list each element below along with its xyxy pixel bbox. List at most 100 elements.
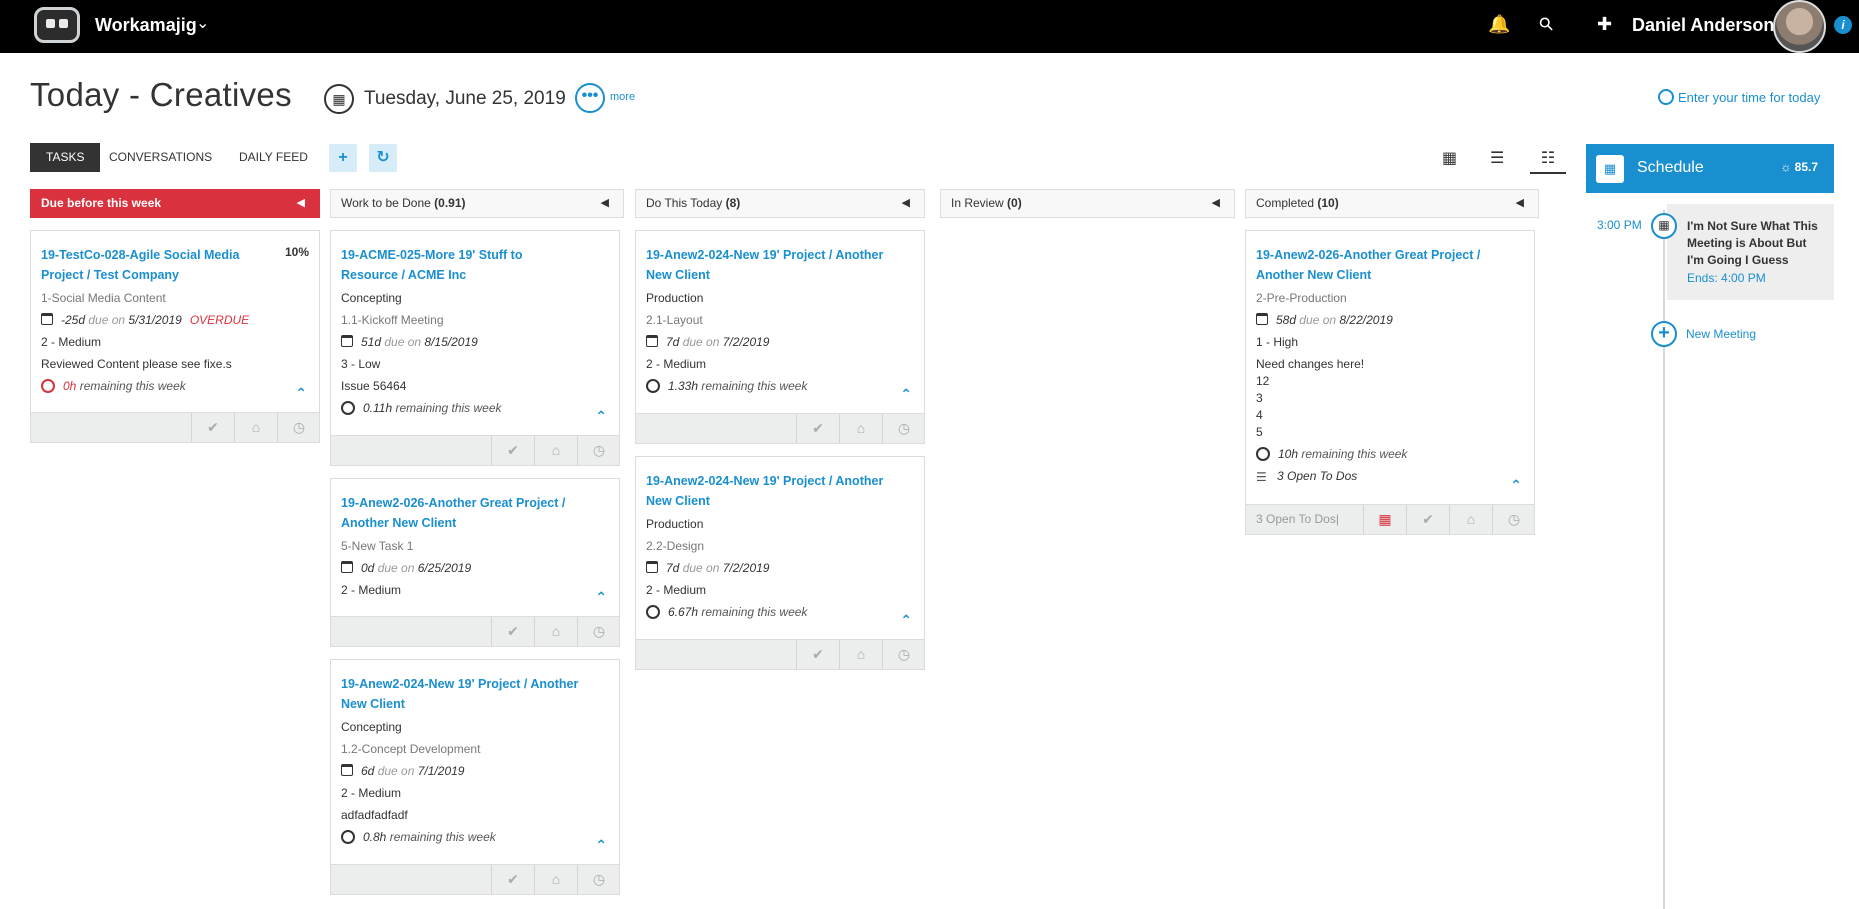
chevron-up-icon[interactable]: ⌃ bbox=[295, 385, 307, 402]
task-title-link[interactable]: 19-Anew2-024-New 19' Project / Another N… bbox=[341, 674, 609, 714]
check-icon[interactable]: ✔ bbox=[796, 640, 839, 669]
detail-view-icon[interactable]: ☷ bbox=[1530, 148, 1566, 174]
check-icon[interactable]: ✔ bbox=[1406, 505, 1449, 534]
search-icon[interactable]: ⚲ bbox=[1535, 12, 1559, 36]
message-icon[interactable]: ⌂ bbox=[839, 414, 882, 443]
tab-tasks[interactable]: TASKS bbox=[30, 143, 101, 172]
check-icon[interactable]: ✔ bbox=[491, 617, 534, 646]
clock-icon[interactable]: ◷ bbox=[277, 413, 320, 442]
schedule-header[interactable]: ▦ Schedule ☼ 85.7 bbox=[1586, 144, 1834, 193]
calendar-icon[interactable]: ▦ bbox=[324, 84, 354, 114]
collapse-arrow-icon[interactable]: ◀ bbox=[601, 190, 609, 217]
page-title: Today - Creatives bbox=[30, 76, 292, 113]
task-title-link[interactable]: 19-TestCo-028-Agile Social Media Project… bbox=[41, 245, 309, 285]
task-card[interactable]: 19-TestCo-028-Agile Social Media Project… bbox=[30, 230, 320, 443]
message-icon[interactable]: ⌂ bbox=[534, 617, 577, 646]
clock-icon[interactable]: ◷ bbox=[577, 436, 620, 465]
chevron-up-icon[interactable]: ⌃ bbox=[595, 408, 607, 425]
message-icon[interactable]: ⌂ bbox=[534, 436, 577, 465]
collapse-arrow-icon[interactable]: ◀ bbox=[902, 190, 910, 217]
task-card[interactable]: 19-Anew2-026-Another Great Project / Ano… bbox=[1245, 230, 1535, 535]
priority: 2 - Medium bbox=[41, 335, 102, 349]
chevron-up-icon[interactable]: ⌃ bbox=[900, 612, 912, 629]
grid-view-icon[interactable]: ▦ bbox=[1442, 148, 1457, 168]
workamajig-logo[interactable] bbox=[34, 7, 80, 43]
column-in-review[interactable]: In Review (0) ◀ bbox=[940, 189, 1235, 218]
collapse-arrow-icon[interactable]: ◀ bbox=[1212, 190, 1220, 217]
due-date-row: 0d due on 6/25/2019 bbox=[341, 560, 609, 577]
column-work-to-be-done[interactable]: Work to be Done (0.91) ◀ bbox=[330, 189, 624, 218]
open-todos-footer[interactable]: 3 Open To Dos| bbox=[1256, 505, 1339, 534]
schedule-timeline bbox=[1663, 210, 1665, 909]
check-icon[interactable]: ✔ bbox=[191, 413, 234, 442]
calendar-icon bbox=[646, 561, 658, 573]
task-name: 1-Social Media Content bbox=[41, 291, 166, 305]
more-link[interactable]: more bbox=[610, 91, 635, 103]
chevron-up-icon[interactable]: ⌃ bbox=[900, 386, 912, 403]
app-name[interactable]: Workamajig bbox=[95, 15, 197, 36]
add-meeting-icon[interactable]: + bbox=[1651, 321, 1677, 347]
open-todos[interactable]: ☰ 3 Open To Dos bbox=[1256, 468, 1524, 486]
user-name[interactable]: Daniel Anderson bbox=[1632, 15, 1774, 36]
task-note: 12 bbox=[1256, 374, 1270, 388]
clock-icon[interactable]: ◷ bbox=[882, 640, 925, 669]
chevron-up-icon[interactable]: ⌃ bbox=[595, 837, 607, 854]
message-icon[interactable]: ⌂ bbox=[839, 640, 882, 669]
task-title-link[interactable]: 19-Anew2-026-Another Great Project / Ano… bbox=[1256, 245, 1524, 285]
due-date-row: 7d due on 7/2/2019 bbox=[646, 334, 914, 351]
tab-conversations[interactable]: CONVERSATIONS bbox=[109, 143, 212, 172]
check-icon[interactable]: ✔ bbox=[491, 865, 534, 894]
check-icon[interactable]: ✔ bbox=[796, 414, 839, 443]
card-actions: ✔ ⌂ ◷ bbox=[331, 616, 619, 646]
new-meeting-link[interactable]: New Meeting bbox=[1686, 327, 1756, 341]
collapse-arrow-icon[interactable]: ◀ bbox=[1516, 190, 1524, 217]
due-date-row: 7d due on 7/2/2019 bbox=[646, 560, 914, 577]
avatar[interactable] bbox=[1773, 0, 1826, 53]
message-icon[interactable]: ⌂ bbox=[234, 413, 277, 442]
column-completed[interactable]: Completed (10) ◀ bbox=[1245, 189, 1539, 218]
clock-icon[interactable]: ◷ bbox=[882, 414, 925, 443]
task-card[interactable]: 19-Anew2-026-Another Great Project / Ano… bbox=[330, 478, 620, 647]
collapse-arrow-icon[interactable]: ◀ bbox=[297, 190, 305, 217]
enter-time-link[interactable]: Enter your time for today bbox=[1658, 89, 1820, 105]
task-note: Need changes here! bbox=[1256, 357, 1365, 371]
card-actions: ✔ ⌂ ◷ bbox=[331, 435, 619, 465]
add-icon[interactable]: ✚ bbox=[1597, 14, 1612, 35]
clock-icon bbox=[341, 401, 355, 415]
check-icon[interactable]: ✔ bbox=[491, 436, 534, 465]
clock-icon[interactable]: ◷ bbox=[1492, 505, 1535, 534]
task-title-link[interactable]: 19-Anew2-024-New 19' Project / Another N… bbox=[646, 245, 914, 285]
list-view-icon[interactable]: ☰ bbox=[1490, 148, 1504, 168]
chevron-up-icon[interactable]: ⌃ bbox=[1510, 477, 1522, 494]
message-icon[interactable]: ⌂ bbox=[534, 865, 577, 894]
task-title-link[interactable]: 19-ACME-025-More 19' Stuff to Resource /… bbox=[341, 245, 609, 285]
task-name: 2.1-Layout bbox=[646, 313, 703, 327]
info-icon[interactable]: i bbox=[1834, 16, 1852, 34]
task-card[interactable]: 19-ACME-025-More 19' Stuff to Resource /… bbox=[330, 230, 620, 466]
task-card[interactable]: 19-Anew2-024-New 19' Project / Another N… bbox=[635, 230, 925, 444]
column-due-before-this-week[interactable]: Due before this week ◀ bbox=[30, 189, 320, 218]
clock-icon[interactable]: ◷ bbox=[577, 617, 620, 646]
task-title-link[interactable]: 19-Anew2-024-New 19' Project / Another N… bbox=[646, 471, 914, 511]
priority: 2 - Medium bbox=[341, 583, 402, 597]
calendar-icon[interactable]: ▦ bbox=[1363, 505, 1406, 534]
priority: 1 - High bbox=[1256, 335, 1299, 349]
column-do-this-today[interactable]: Do This Today (8) ◀ bbox=[635, 189, 925, 218]
meeting-card[interactable]: I'm Not Sure What This Meeting is About … bbox=[1667, 204, 1834, 300]
percent-complete: 10% bbox=[284, 245, 309, 259]
task-card[interactable]: 19-Anew2-024-New 19' Project / Another N… bbox=[635, 456, 925, 670]
refresh-button[interactable]: ↻ bbox=[369, 144, 397, 172]
task-title-link[interactable]: 19-Anew2-026-Another Great Project / Ano… bbox=[341, 493, 609, 533]
bell-icon[interactable]: 🔔 bbox=[1488, 14, 1510, 35]
message-icon[interactable]: ⌂ bbox=[1449, 505, 1492, 534]
more-icon[interactable]: ••• bbox=[575, 83, 605, 113]
current-date[interactable]: Tuesday, June 25, 2019 bbox=[364, 88, 566, 110]
add-task-button[interactable]: + bbox=[329, 144, 357, 172]
clock-icon[interactable]: ◷ bbox=[577, 865, 620, 894]
chevron-up-icon[interactable]: ⌃ bbox=[595, 589, 607, 606]
app-menu-chevron-icon[interactable]: ⌄ bbox=[196, 13, 209, 33]
top-bar: Workamajig ⌄ 🔔 ⚲ ✚ Daniel Anderson i bbox=[0, 0, 1859, 53]
task-name: 1.1-Kickoff Meeting bbox=[341, 313, 444, 327]
tab-daily-feed[interactable]: DAILY FEED bbox=[239, 143, 308, 172]
task-card[interactable]: 19-Anew2-024-New 19' Project / Another N… bbox=[330, 659, 620, 895]
